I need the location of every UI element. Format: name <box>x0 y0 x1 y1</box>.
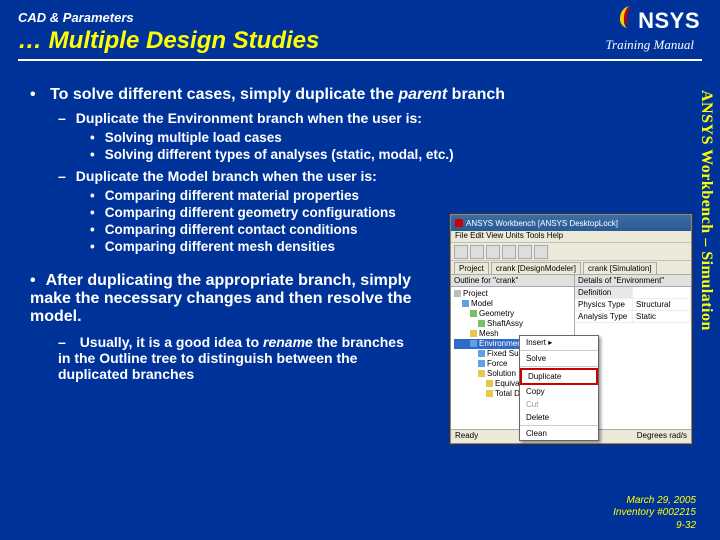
ansys-logo: NSYS <box>618 6 700 34</box>
bullet-after: After duplicating the appropriate branch… <box>30 272 440 326</box>
context-menu: Insert ▸ Solve Duplicate Copy Cut Delete… <box>519 335 599 441</box>
menu-item-copy[interactable]: Copy <box>520 385 598 398</box>
footer-date: March 29, 2005 <box>613 495 696 508</box>
text-fragment: Usually, it is a good idea to <box>80 334 263 350</box>
menu-item-solve[interactable]: Solve <box>520 352 598 365</box>
bullet-model-branch: Duplicate the Model branch when the user… <box>58 168 438 184</box>
toolbar-button[interactable] <box>470 245 484 259</box>
tab-project[interactable]: Project <box>454 262 489 274</box>
title-row: … Multiple Design Studies Training Manua… <box>18 27 702 55</box>
grid-cell[interactable]: Structural <box>633 299 691 310</box>
training-manual-label: Training Manual <box>606 37 695 53</box>
menu-item-insert[interactable]: Insert ▸ <box>520 336 598 349</box>
tree-node-project[interactable]: Project <box>454 289 571 299</box>
logo-swoosh-icon <box>618 6 638 28</box>
logo-text: NSYS <box>638 8 700 34</box>
bullet-usually: Usually, it is a good idea to rename the… <box>58 334 418 382</box>
side-label-text: ANSYS Workbench – Simulation <box>697 90 715 331</box>
window-titlebar: ANSYS Workbench [ANSYS DesktopLock] <box>451 215 691 231</box>
side-label: ANSYS Workbench – Simulation <box>692 90 720 420</box>
header-divider <box>18 59 702 61</box>
toolbar-button[interactable] <box>486 245 500 259</box>
tree-node-geometry[interactable]: Geometry <box>454 309 571 319</box>
window-title: ANSYS Workbench [ANSYS DesktopLock] <box>466 219 618 228</box>
menu-item-clean[interactable]: Clean <box>520 427 598 440</box>
grid-cell <box>633 287 691 298</box>
tab-simulation[interactable]: crank [Simulation] <box>583 262 657 274</box>
footer-page: 9-32 <box>613 520 696 533</box>
bullet-env-item: Solving multiple load cases <box>90 130 686 145</box>
eyebrow-text: CAD & Parameters <box>18 10 702 25</box>
bullet-model-item: Comparing different material properties <box>90 188 686 203</box>
bullet-solve-intro: To solve different cases, simply duplica… <box>30 86 686 104</box>
content-area: To solve different cases, simply duplica… <box>30 86 686 528</box>
status-left: Ready <box>455 431 478 442</box>
bullet-env-branch: Duplicate the Environment branch when th… <box>58 110 686 126</box>
app-icon <box>455 219 463 227</box>
toolbar-button[interactable] <box>502 245 516 259</box>
bullet-env-item: Solving different types of analyses (sta… <box>90 147 686 162</box>
slide-footer: March 29, 2005 Inventory #002215 9-32 <box>613 495 696 533</box>
tree-node-part[interactable]: ShaftAssy <box>454 319 571 329</box>
menu-item-duplicate[interactable]: Duplicate <box>520 368 598 385</box>
toolbar-button[interactable] <box>518 245 532 259</box>
tab-designmodeler[interactable]: crank [DesignModeler] <box>491 262 581 274</box>
menubar[interactable]: File Edit View Units Tools Help <box>451 231 691 243</box>
details-header: Details of "Environment" <box>575 275 691 287</box>
menu-item-cut[interactable]: Cut <box>520 398 598 411</box>
toolbar-button[interactable] <box>454 245 468 259</box>
text-emphasis-parent: parent <box>398 86 447 103</box>
grid-row: Definition <box>575 287 691 299</box>
grid-cell: Analysis Type <box>575 311 633 322</box>
tab-row: Project crank [DesignModeler] crank [Sim… <box>451 261 691 275</box>
embedded-screenshot: ANSYS Workbench [ANSYS DesktopLock] File… <box>450 214 692 444</box>
grid-cell: Physics Type <box>575 299 633 310</box>
grid-row: Physics TypeStructural <box>575 299 691 311</box>
tree-node-model[interactable]: Model <box>454 299 571 309</box>
footer-inventory: Inventory #002215 <box>613 507 696 520</box>
outline-header: Outline for "crank" <box>451 275 574 287</box>
toolbar-button[interactable] <box>534 245 548 259</box>
grid-cell[interactable]: Static <box>633 311 691 322</box>
grid-row: Analysis TypeStatic <box>575 311 691 323</box>
status-right: Degrees rad/s <box>637 431 687 442</box>
grid-cell: Definition <box>575 287 633 298</box>
slide-header: CAD & Parameters … Multiple Design Studi… <box>0 0 720 69</box>
text-emphasis-rename: rename <box>263 334 313 350</box>
menu-item-delete[interactable]: Delete <box>520 411 598 424</box>
text-fragment: To solve different cases, simply duplica… <box>50 86 398 103</box>
text-fragment: branch <box>447 86 505 103</box>
toolbar <box>451 243 691 261</box>
slide-title: … Multiple Design Studies <box>18 27 319 55</box>
